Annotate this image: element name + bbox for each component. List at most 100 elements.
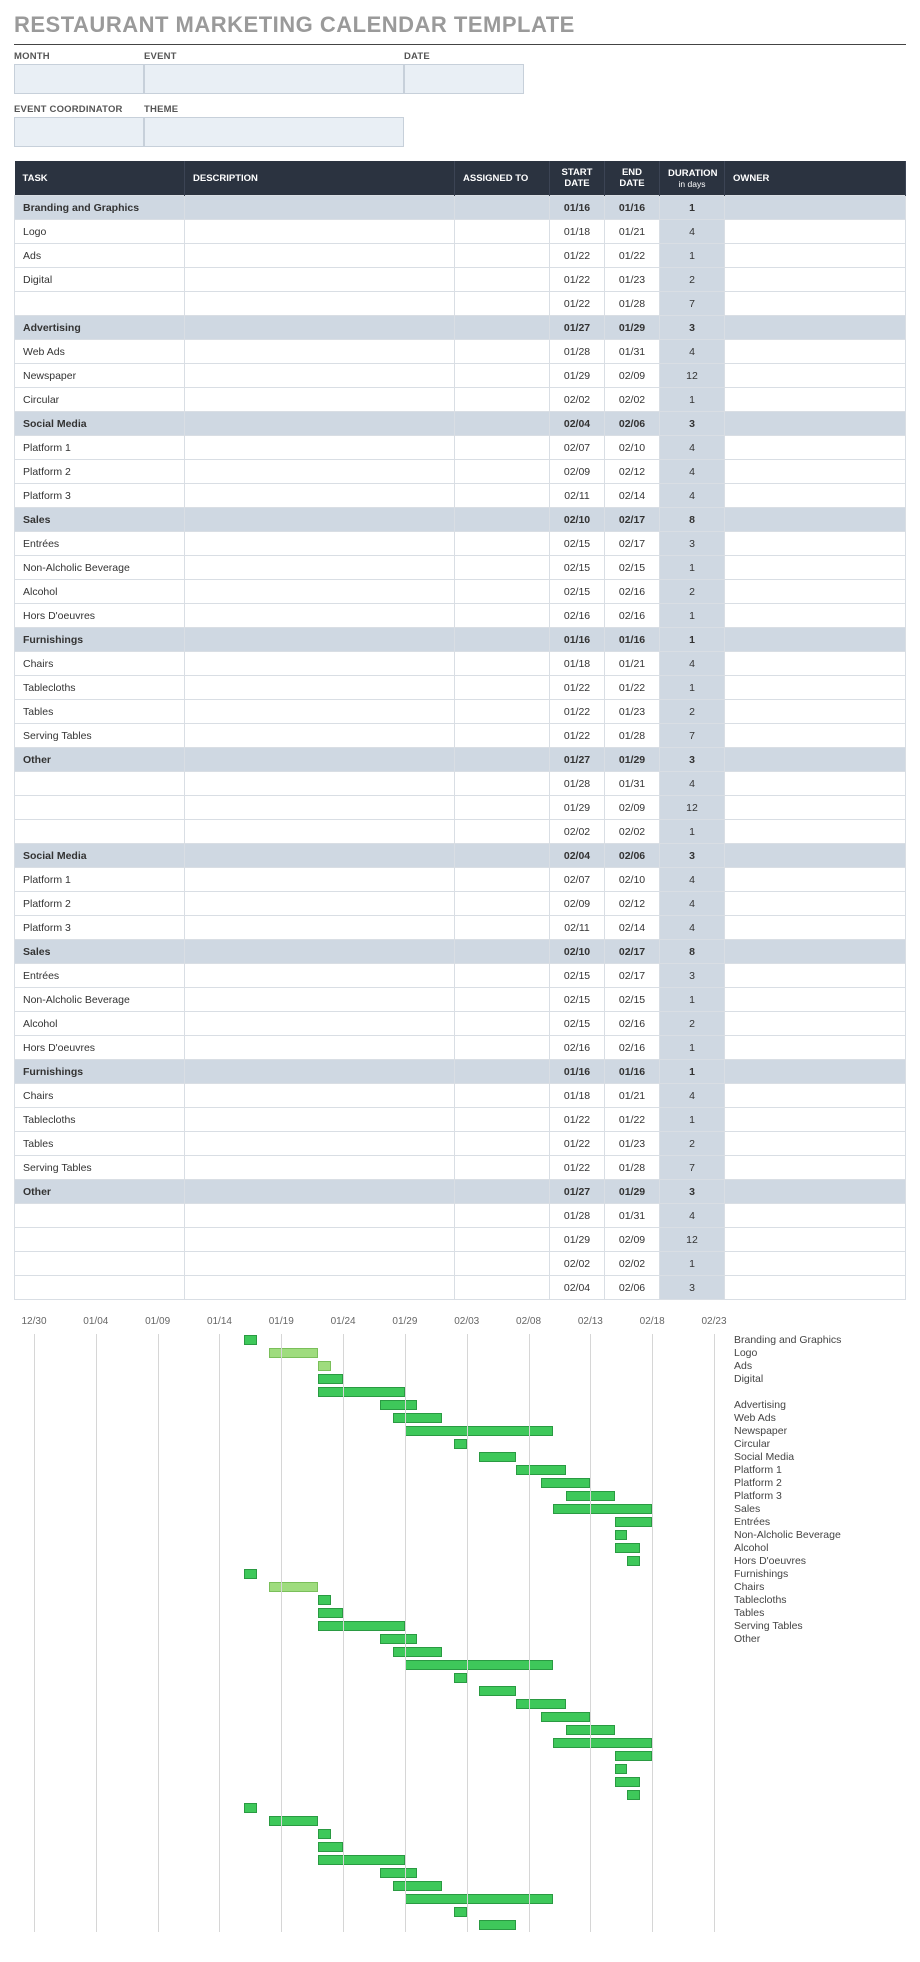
gantt-row <box>14 1360 734 1373</box>
gantt-tick: 01/09 <box>145 1316 170 1327</box>
legend-item: Alcohol <box>734 1542 904 1555</box>
gantt-row <box>14 1880 734 1893</box>
gantt-row <box>14 1724 734 1737</box>
gantt-bar <box>405 1894 553 1904</box>
gantt-bar <box>405 1660 553 1670</box>
table-row: Serving Tables01/2201/287 <box>15 724 906 748</box>
gantt-bar <box>553 1738 652 1748</box>
table-row: Serving Tables01/2201/287 <box>15 1156 906 1180</box>
meta-input[interactable] <box>14 117 144 147</box>
gantt-row <box>14 1451 734 1464</box>
table-row: Hors D'oeuvres02/1602/161 <box>15 604 906 628</box>
gantt-row <box>14 1555 734 1568</box>
gantt-tick: 01/24 <box>331 1316 356 1327</box>
gantt-row <box>14 1529 734 1542</box>
gantt-axis: 12/3001/0401/0901/1401/1901/2401/2902/03… <box>14 1316 734 1334</box>
legend-item <box>734 1854 904 1867</box>
gantt-bar <box>541 1478 590 1488</box>
gantt-tick: 01/19 <box>269 1316 294 1327</box>
gantt-row <box>14 1659 734 1672</box>
table-row: Social Media02/0402/063 <box>15 844 906 868</box>
legend-item <box>734 1906 904 1919</box>
legend-item: Platform 3 <box>734 1490 904 1503</box>
meta-input[interactable] <box>14 64 144 94</box>
legend-item: Platform 2 <box>734 1477 904 1490</box>
legend-item <box>734 1646 904 1659</box>
table-row: 02/0202/021 <box>15 820 906 844</box>
gantt-bar <box>615 1517 652 1527</box>
legend-item <box>734 1893 904 1906</box>
table-row: Platform 302/1102/144 <box>15 484 906 508</box>
gantt-bar <box>479 1920 516 1930</box>
gantt-tick: 02/23 <box>701 1316 726 1327</box>
legend-item <box>734 1711 904 1724</box>
table-row: Platform 102/0702/104 <box>15 436 906 460</box>
table-row: Sales02/1002/178 <box>15 940 906 964</box>
meta-input[interactable] <box>404 64 524 94</box>
legend-item <box>734 1659 904 1672</box>
gantt-bar <box>318 1361 330 1371</box>
gantt-tick: 12/30 <box>21 1316 46 1327</box>
gantt-row <box>14 1919 734 1932</box>
legend-item: Social Media <box>734 1451 904 1464</box>
gantt-bar <box>380 1400 417 1410</box>
gantt-bar <box>454 1673 466 1683</box>
meta-label: EVENT <box>144 51 404 64</box>
gantt-row <box>14 1620 734 1633</box>
gantt-row <box>14 1607 734 1620</box>
table-row: Furnishings01/1601/161 <box>15 628 906 652</box>
gantt-bar <box>615 1543 640 1553</box>
th-desc: DESCRIPTION <box>185 161 455 196</box>
legend-item <box>734 1867 904 1880</box>
legend-item: Branding and Graphics <box>734 1334 904 1347</box>
table-row: Tablecloths01/2201/221 <box>15 1108 906 1132</box>
legend-item: Newspaper <box>734 1425 904 1438</box>
gantt-bar <box>269 1582 318 1592</box>
table-row: Chairs01/1801/214 <box>15 652 906 676</box>
gantt-row <box>14 1698 734 1711</box>
table-row: Platform 302/1102/144 <box>15 916 906 940</box>
gantt-row <box>14 1802 734 1815</box>
meta-input[interactable] <box>144 64 404 94</box>
table-row: Chairs01/1801/214 <box>15 1084 906 1108</box>
legend-item: Non-Alcholic Beverage <box>734 1529 904 1542</box>
gantt-tick: 01/04 <box>83 1316 108 1327</box>
legend-item <box>734 1789 904 1802</box>
meta-field-event-coordinator: EVENT COORDINATOR <box>14 104 144 147</box>
gantt-row <box>14 1464 734 1477</box>
gantt-bar <box>541 1712 590 1722</box>
gantt-row <box>14 1490 734 1503</box>
legend-item <box>734 1776 904 1789</box>
legend-item <box>734 1685 904 1698</box>
legend-item <box>734 1672 904 1685</box>
gantt-row <box>14 1893 734 1906</box>
gantt-row <box>14 1750 734 1763</box>
gantt-bar <box>615 1530 627 1540</box>
table-row: Newspaper01/2902/0912 <box>15 364 906 388</box>
table-row: Advertising01/2701/293 <box>15 316 906 340</box>
legend-item: Web Ads <box>734 1412 904 1425</box>
table-row: Alcohol02/1502/162 <box>15 580 906 604</box>
table-row: Non-Alcholic Beverage02/1502/151 <box>15 988 906 1012</box>
gantt-row <box>14 1568 734 1581</box>
legend-item: Advertising <box>734 1399 904 1412</box>
table-row: Non-Alcholic Beverage02/1502/151 <box>15 556 906 580</box>
gantt-bar <box>405 1426 553 1436</box>
table-row: Other01/2701/293 <box>15 1180 906 1204</box>
gantt-row <box>14 1815 734 1828</box>
legend-item <box>734 1841 904 1854</box>
gantt-bar <box>627 1790 639 1800</box>
th-assigned: ASSIGNED TO <box>455 161 550 196</box>
meta-input[interactable] <box>144 117 404 147</box>
table-row: Entrées02/1502/173 <box>15 532 906 556</box>
legend-item <box>734 1698 904 1711</box>
gantt-row <box>14 1737 734 1750</box>
legend-item <box>734 1763 904 1776</box>
gantt-bar <box>615 1777 640 1787</box>
table-row: Logo01/1801/214 <box>15 220 906 244</box>
legend-item: Serving Tables <box>734 1620 904 1633</box>
table-row: 01/2902/0912 <box>15 1228 906 1252</box>
gantt-row <box>14 1828 734 1841</box>
meta-label: DATE <box>404 51 524 64</box>
meta-field-theme: THEME <box>144 104 404 147</box>
